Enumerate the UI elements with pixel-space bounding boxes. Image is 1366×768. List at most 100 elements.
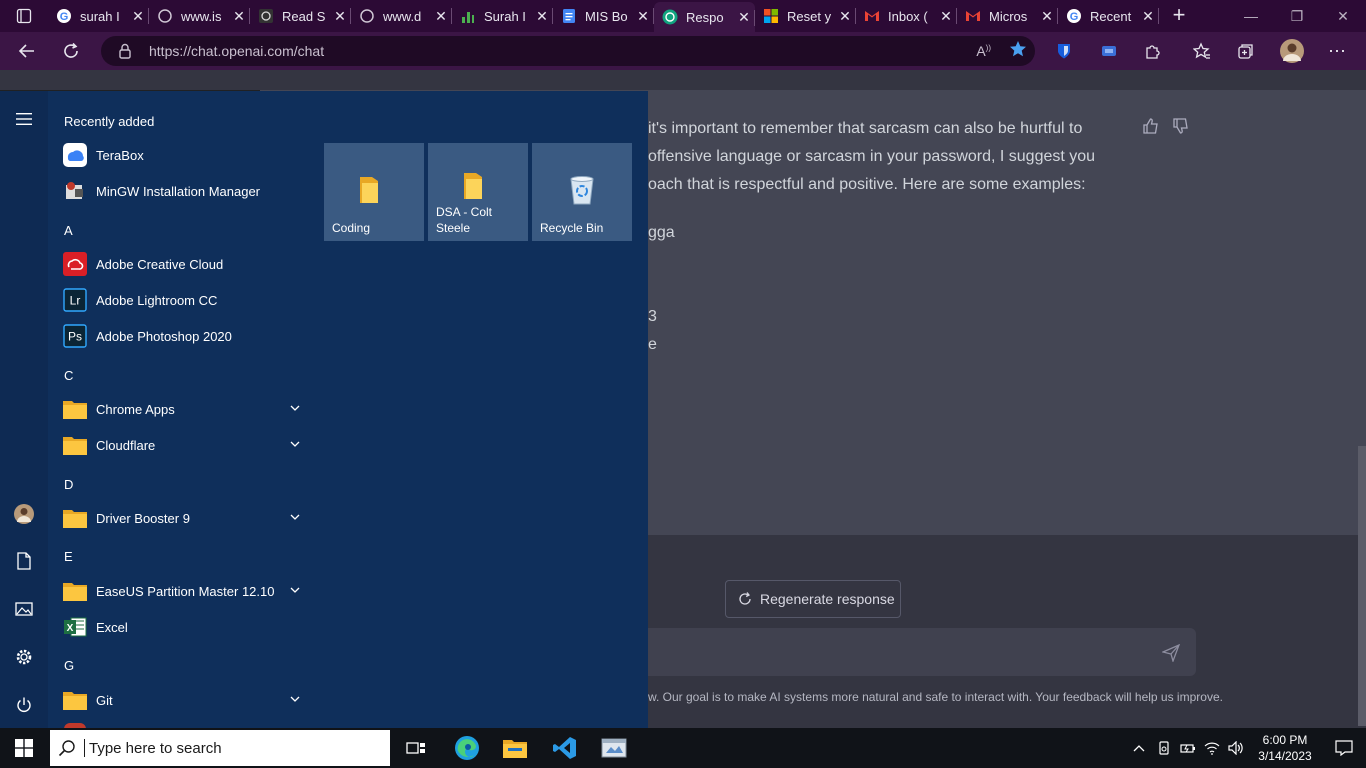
browser-tab[interactable]: Inbox ( ✕: [856, 0, 957, 32]
browser-tab[interactable]: www.is ✕: [149, 0, 250, 32]
app-terabox[interactable]: TeraBox: [48, 137, 310, 173]
chevron-down-icon[interactable]: [290, 437, 300, 452]
start-menu-rail: [0, 91, 48, 728]
extensions-puzzle-icon[interactable]: [1144, 32, 1162, 70]
close-tab-icon[interactable]: ✕: [1137, 8, 1159, 25]
new-tab-button[interactable]: +: [1159, 0, 1199, 32]
browser-tab[interactable]: G Recent ✕: [1058, 0, 1159, 32]
hamburger-icon: [16, 113, 32, 125]
bitwarden-icon[interactable]: [1055, 32, 1073, 70]
refresh-button[interactable]: [52, 32, 90, 70]
close-tab-icon[interactable]: ✕: [1036, 8, 1058, 25]
app-label: Git: [96, 692, 113, 708]
close-tab-icon[interactable]: ✕: [127, 8, 149, 25]
user-account-button[interactable]: [0, 490, 48, 538]
close-tab-icon[interactable]: ✕: [430, 8, 452, 25]
app-folder-cloudflare[interactable]: Cloudflare: [48, 427, 310, 463]
close-tab-icon[interactable]: ✕: [834, 8, 856, 25]
chevron-down-icon[interactable]: [290, 692, 300, 707]
tile-recycle-bin[interactable]: Recycle Bin: [532, 143, 632, 241]
tile-coding[interactable]: Coding: [324, 143, 424, 241]
browser-tab[interactable]: Read S ✕: [250, 0, 351, 32]
documents-button[interactable]: [0, 537, 48, 585]
browser-tab[interactable]: Surah I ✕: [452, 0, 553, 32]
close-tab-icon[interactable]: ✕: [329, 8, 351, 25]
app-excel[interactable]: X Excel: [48, 609, 310, 645]
chat-message-input[interactable]: [600, 628, 1196, 676]
collections-icon[interactable]: [1237, 32, 1255, 70]
back-button[interactable]: [8, 32, 46, 70]
file-explorer-taskbar-icon[interactable]: [491, 728, 539, 768]
browser-tab[interactable]: MIS Bo ✕: [553, 0, 654, 32]
browser-tab[interactable]: www.d ✕: [351, 0, 452, 32]
close-tab-icon[interactable]: ✕: [228, 8, 250, 25]
profile-avatar[interactable]: [1280, 32, 1304, 70]
chevron-down-icon[interactable]: [290, 583, 300, 598]
page-scrollbar[interactable]: [1358, 446, 1366, 726]
system-tray: 6:00 PM 3/14/2023: [1126, 728, 1366, 768]
volume-icon[interactable]: [1224, 741, 1248, 755]
close-window-button[interactable]: ✕: [1320, 0, 1366, 32]
edge-taskbar-icon[interactable]: [443, 728, 491, 768]
app-mingw[interactable]: MinGW Installation Manager: [48, 173, 310, 209]
tab-actions-button[interactable]: [0, 0, 48, 32]
read-aloud-icon[interactable]: A)): [976, 43, 991, 59]
browser-tab-active[interactable]: Respo ✕: [654, 2, 755, 32]
chevron-up-icon[interactable]: [1126, 744, 1152, 752]
chevron-down-icon[interactable]: [290, 510, 300, 525]
tile-dsa-colt-steele[interactable]: DSA - Colt Steele: [428, 143, 528, 241]
close-tab-icon[interactable]: ✕: [935, 8, 957, 25]
close-tab-icon[interactable]: ✕: [632, 8, 654, 25]
thumbs-down-icon[interactable]: [1173, 118, 1189, 139]
app-adobe-creative-cloud[interactable]: Adobe Creative Cloud: [48, 246, 310, 282]
lock-icon[interactable]: [101, 43, 149, 59]
close-tab-icon[interactable]: ✕: [733, 9, 755, 26]
app-list[interactable]: Recently added TeraBox MinGW Installatio…: [48, 91, 310, 729]
task-view-button[interactable]: [392, 728, 440, 768]
google-icon: G: [56, 8, 72, 24]
send-icon[interactable]: [1160, 643, 1181, 667]
letter-header[interactable]: A: [64, 223, 73, 238]
browser-tab[interactable]: G surah I ✕: [48, 0, 149, 32]
pictures-button[interactable]: [0, 585, 48, 633]
app-folder-chrome-apps[interactable]: Chrome Apps: [48, 391, 310, 427]
more-options-icon[interactable]: ⋯: [1328, 32, 1347, 70]
letter-header[interactable]: E: [64, 549, 73, 564]
wifi-icon[interactable]: [1200, 741, 1224, 755]
app-folder-driver-booster[interactable]: Driver Booster 9: [48, 500, 310, 536]
app-adobe-lightroom[interactable]: Lr Adobe Lightroom CC: [48, 282, 310, 318]
close-tab-icon[interactable]: ✕: [531, 8, 553, 25]
system-clock[interactable]: 6:00 PM 3/14/2023: [1248, 732, 1322, 764]
address-bar[interactable]: https://chat.openai.com/chat A)): [101, 36, 1035, 66]
taskbar-search-box[interactable]: Type here to search: [50, 730, 390, 766]
restore-button[interactable]: ❐: [1274, 0, 1320, 32]
app-folder-easeus[interactable]: EaseUS Partition Master 12.10: [48, 573, 310, 609]
letter-header[interactable]: C: [64, 368, 73, 383]
app-label: MinGW Installation Manager: [96, 183, 261, 199]
regenerate-response-button[interactable]: Regenerate response: [725, 580, 901, 618]
start-button[interactable]: [0, 728, 48, 768]
vscode-taskbar-icon[interactable]: [541, 728, 589, 768]
thumbs-up-icon[interactable]: [1143, 118, 1159, 139]
app-window-taskbar-icon[interactable]: [590, 728, 638, 768]
browser-toolbar: https://chat.openai.com/chat A)) ⋯: [0, 32, 1366, 70]
browser-tab[interactable]: Reset y ✕: [755, 0, 856, 32]
chat-disclaimer: w. Our goal is to make AI systems more n…: [648, 690, 1223, 704]
settings-button[interactable]: [0, 633, 48, 681]
notification-center-icon[interactable]: [1322, 740, 1366, 756]
devices-icon[interactable]: [1152, 741, 1176, 755]
battery-icon[interactable]: [1176, 742, 1200, 754]
letter-header[interactable]: G: [64, 658, 74, 673]
minimize-button[interactable]: —: [1228, 0, 1274, 32]
favorite-star-icon[interactable]: [1009, 40, 1027, 63]
favorites-icon[interactable]: [1193, 32, 1211, 70]
chevron-down-icon[interactable]: [290, 401, 300, 416]
extension-blue-icon[interactable]: [1100, 32, 1118, 70]
app-folder-git[interactable]: Git: [48, 682, 310, 718]
folder-icon: [63, 688, 87, 712]
browser-tab[interactable]: Micros ✕: [957, 0, 1058, 32]
power-button[interactable]: [0, 681, 48, 729]
app-adobe-photoshop[interactable]: Ps Adobe Photoshop 2020: [48, 318, 310, 354]
letter-header[interactable]: D: [64, 477, 73, 492]
expand-menu-button[interactable]: [0, 95, 48, 143]
